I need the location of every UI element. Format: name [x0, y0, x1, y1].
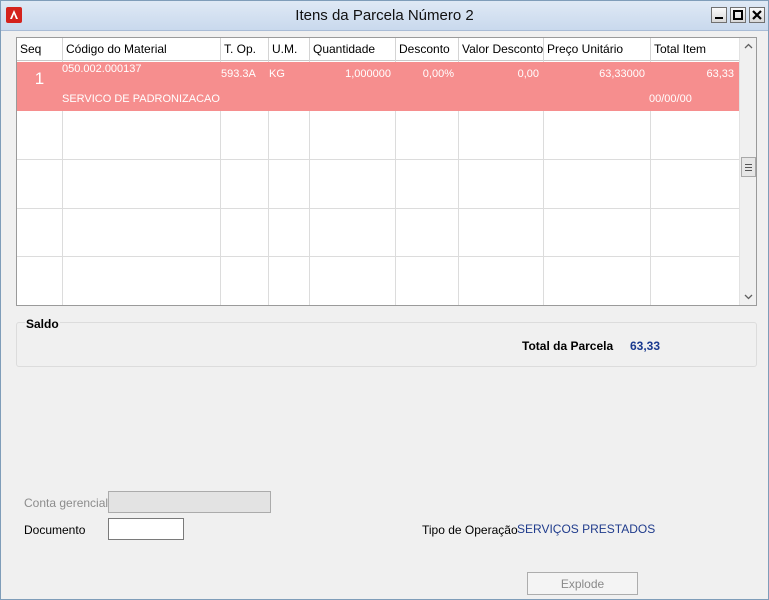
minimize-button[interactable]: [711, 7, 727, 23]
maximize-button[interactable]: [730, 7, 746, 23]
scrollbar-thumb[interactable]: [741, 157, 756, 177]
column-header-total-item[interactable]: Total Item: [651, 38, 739, 61]
cell-top: 593.3A: [221, 68, 256, 80]
column-header-um[interactable]: U.M.: [269, 38, 310, 61]
conta-gerencial-label: Conta gerencial: [24, 496, 109, 510]
cell-descricao: SERVICO DE PADRONIZACAO: [62, 93, 220, 105]
documento-label: Documento: [24, 523, 86, 537]
cell-total-item: 63,33: [706, 68, 734, 80]
cell-desconto: 0,00%: [422, 68, 454, 80]
column-header-valor-desconto[interactable]: Valor Desconto: [459, 38, 544, 61]
cell-data: 00/00/00: [649, 93, 692, 105]
table-row-selected[interactable]: 1 050.002.000137 593.3A KG 1,000000 0,00…: [17, 62, 739, 111]
grid-divider: [17, 256, 739, 257]
tipo-operacao-label: Tipo de Operação: [422, 523, 518, 537]
close-button[interactable]: [749, 7, 765, 23]
grid-divider: [17, 159, 739, 160]
column-header-desconto[interactable]: Desconto: [396, 38, 459, 61]
total-parcela-value: 63,33: [630, 339, 661, 353]
saldo-title: Saldo: [25, 317, 60, 331]
column-header-top[interactable]: T. Op.: [221, 38, 269, 61]
scroll-down-arrow-icon[interactable]: [740, 288, 756, 305]
tipo-operacao-value: SERVIÇOS PRESTADOS: [517, 522, 656, 536]
items-grid[interactable]: Seq Código do Material T. Op. U.M. Quant…: [16, 37, 757, 306]
cell-valor-desconto: 0,00: [517, 68, 539, 80]
vertical-scrollbar[interactable]: [739, 38, 756, 305]
column-header-codigo[interactable]: Código do Material: [63, 38, 221, 61]
grid-divider: [17, 208, 739, 209]
scroll-up-arrow-icon[interactable]: [740, 38, 756, 55]
grid-header: Seq Código do Material T. Op. U.M. Quant…: [17, 38, 739, 61]
conta-gerencial-field[interactable]: [108, 491, 271, 513]
column-header-seq[interactable]: Seq: [17, 38, 63, 61]
cell-um: KG: [269, 68, 285, 80]
explode-button[interactable]: Explode: [527, 572, 638, 595]
total-parcela-label: Total da Parcela: [522, 339, 614, 353]
cell-preco-unitario: 63,33000: [599, 68, 645, 80]
column-header-preco-unitario[interactable]: Preço Unitário: [544, 38, 651, 61]
cell-quantidade: 1,000000: [345, 68, 391, 80]
documento-field[interactable]: [108, 518, 184, 540]
title-bar: Itens da Parcela Número 2: [1, 1, 768, 31]
column-header-quantidade[interactable]: Quantidade: [310, 38, 396, 61]
cell-codigo: 050.002.000137: [62, 63, 142, 75]
window-title: Itens da Parcela Número 2: [295, 7, 474, 24]
items-window: Itens da Parcela Número 2 Seq Código do …: [0, 0, 769, 600]
cell-seq: 1: [34, 69, 45, 88]
saldo-group: Saldo Total da Parcela 63,33: [16, 317, 757, 367]
